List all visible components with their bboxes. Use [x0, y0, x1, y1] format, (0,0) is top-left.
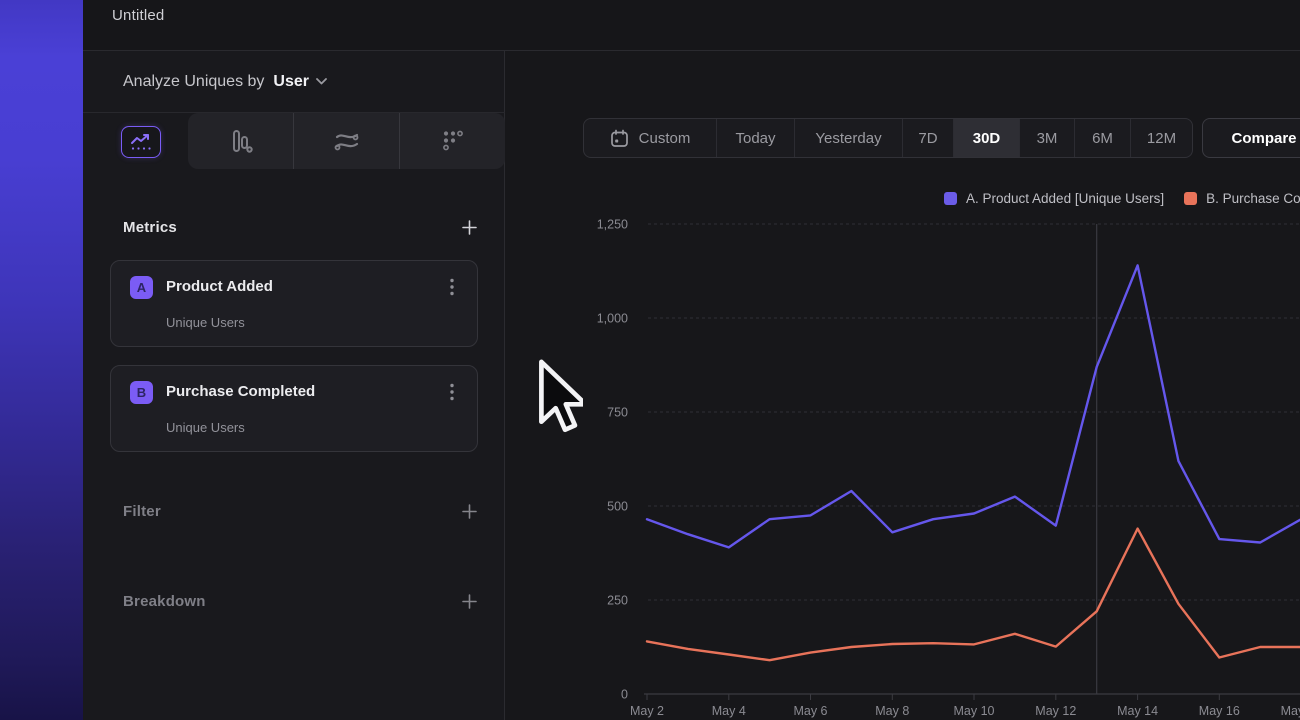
plus-icon [462, 504, 477, 519]
range-3m[interactable]: 3M [1019, 119, 1074, 157]
range-label: Today [735, 130, 775, 147]
metric-menu-button[interactable] [443, 276, 461, 298]
filter-row: Filter [83, 495, 505, 527]
range-7d[interactable]: 7D [902, 119, 953, 157]
line-chart[interactable]: 0 250 500 750 1,000 1,250 May 2 May 4 May 6 May 8… [540, 210, 1300, 720]
analyze-row: Analyze Uniques by User [83, 51, 505, 113]
range-6m[interactable]: 6M [1074, 119, 1130, 157]
x-axis-label: May 16 [1199, 704, 1240, 718]
tab-grid-dots[interactable] [399, 113, 505, 169]
series-line-b [647, 529, 1300, 661]
filter-header: Filter [123, 503, 161, 520]
x-axis-label: May 10 [954, 704, 995, 718]
tab-flow[interactable] [293, 113, 399, 169]
x-axis-label: May 4 [712, 704, 746, 718]
tab-line-chart[interactable] [121, 126, 161, 158]
metric-badge: A [130, 276, 153, 299]
y-axis-label: 1,000 [597, 312, 628, 326]
y-axis-label: 500 [607, 500, 628, 514]
range-12m[interactable]: 12M [1130, 119, 1192, 157]
legend-item-b[interactable]: B. Purchase Completed [Unique Users] [1184, 191, 1300, 206]
x-axis-label: May 6 [793, 704, 827, 718]
metric-subtitle: Unique Users [166, 315, 245, 330]
metrics-header-row: Metrics [83, 211, 505, 243]
legend-label: B. Purchase Completed [Unique Users] [1206, 191, 1300, 206]
chevron-down-icon [316, 78, 327, 85]
kebab-icon [450, 278, 454, 296]
series-line-a [647, 265, 1300, 547]
metric-card-b[interactable]: B Purchase Completed Unique Users [110, 365, 478, 452]
line-chart-icon [129, 132, 153, 152]
grid-dots-icon [441, 129, 465, 153]
metric-menu-button[interactable] [443, 381, 461, 403]
legend-swatch [1184, 192, 1197, 205]
chart-type-tabs [83, 113, 505, 169]
range-label: 3M [1037, 130, 1058, 147]
range-today[interactable]: Today [716, 119, 794, 157]
add-metric-button[interactable] [460, 218, 478, 236]
range-label: Custom [639, 130, 691, 147]
compare-button[interactable]: Compare [1202, 118, 1300, 158]
breakdown-row: Breakdown [83, 585, 505, 617]
x-axis-label: May 14 [1117, 704, 1158, 718]
decorative-gradient-strip [0, 0, 83, 720]
chart-panel: Custom Today Yesterday 7D 30D 3M 6M 12M Compare… [506, 52, 1300, 720]
bar-chart-icon [228, 128, 254, 154]
date-range-control: Custom Today Yesterday 7D 30D 3M 6M 12M [583, 118, 1193, 158]
plus-icon [462, 594, 477, 609]
x-axis-label: May 12 [1035, 704, 1076, 718]
add-breakdown-button[interactable] [460, 592, 478, 610]
legend-label: A. Product Added [Unique Users] [966, 191, 1164, 206]
x-axis-label: May 8 [875, 704, 909, 718]
range-30d[interactable]: 30D [953, 119, 1019, 157]
range-label: Yesterday [815, 130, 881, 147]
metric-badge: B [130, 381, 153, 404]
chart-type-tab-group [188, 113, 505, 169]
report-title[interactable]: Untitled [112, 7, 164, 24]
range-label: 6M [1092, 130, 1113, 147]
tab-bar-chart[interactable] [188, 113, 293, 169]
y-axis-label: 250 [607, 594, 628, 608]
range-label: 30D [973, 130, 1001, 147]
y-axis-label: 750 [607, 406, 628, 420]
legend-item-a[interactable]: A. Product Added [Unique Users] [944, 191, 1164, 206]
chart-legend: A. Product Added [Unique Users] B. Purcha… [944, 191, 1300, 206]
range-label: 12M [1147, 130, 1176, 147]
analyze-user-value: User [273, 73, 309, 91]
metric-card-a[interactable]: A Product Added Unique Users [110, 260, 478, 347]
y-axis-label: 0 [621, 688, 628, 702]
analyze-label: Analyze Uniques by [123, 73, 264, 91]
x-axis-label: May 18 [1281, 704, 1300, 718]
plus-icon [462, 220, 477, 235]
kebab-icon [450, 383, 454, 401]
breakdown-header: Breakdown [123, 593, 206, 610]
query-sidebar: Analyze Uniques by User [83, 51, 505, 720]
range-label: 7D [918, 130, 937, 147]
add-filter-button[interactable] [460, 502, 478, 520]
analyze-user-dropdown[interactable]: User [273, 73, 327, 91]
range-yesterday[interactable]: Yesterday [794, 119, 902, 157]
metric-subtitle: Unique Users [166, 420, 245, 435]
range-custom[interactable]: Custom [584, 119, 716, 157]
metric-title: Purchase Completed [166, 383, 315, 400]
legend-swatch [944, 192, 957, 205]
y-axis-label: 1,250 [597, 218, 628, 232]
calendar-icon [610, 129, 629, 148]
flow-icon [333, 130, 361, 152]
metrics-header: Metrics [123, 219, 177, 236]
x-axis-label: May 2 [630, 704, 664, 718]
metric-title: Product Added [166, 278, 273, 295]
top-bar: Untitled [83, 0, 1300, 51]
